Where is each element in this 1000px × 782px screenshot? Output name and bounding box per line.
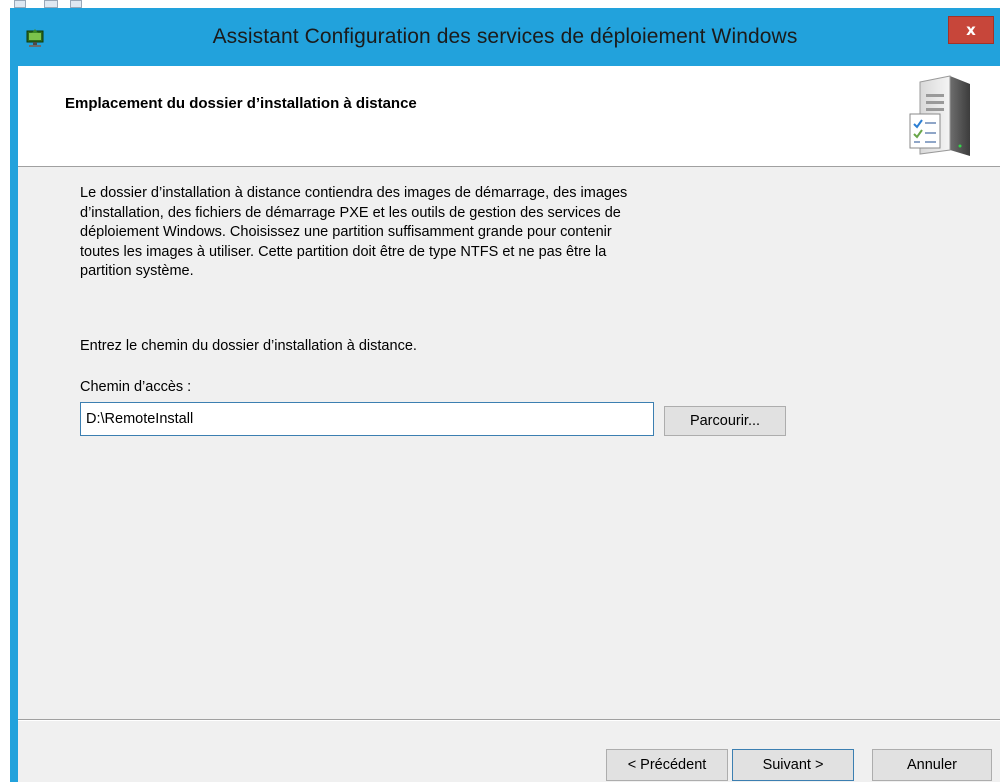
browse-button[interactable]: Parcourir... xyxy=(664,406,786,436)
description-text: Le dossier d’installation à distance con… xyxy=(80,185,628,280)
server-checklist-icon xyxy=(906,74,978,160)
page-title: Emplacement du dossier d’installation à … xyxy=(65,95,417,112)
taskbar-glyph xyxy=(44,0,58,8)
cancel-button[interactable]: Annuler xyxy=(872,749,992,781)
path-prompt: Entrez le chemin du dossier d’installati… xyxy=(80,338,417,354)
title-bar[interactable]: Assistant Configuration des services de … xyxy=(10,8,1000,66)
taskbar-glyph xyxy=(14,0,26,8)
footer-separator-highlight xyxy=(18,720,1000,721)
wizard-client-area: Emplacement du dossier d’installation à … xyxy=(18,66,1000,782)
taskbar-glyph xyxy=(70,0,82,8)
close-button[interactable]: x xyxy=(948,16,994,44)
previous-button[interactable]: < Précédent xyxy=(606,749,728,781)
window-title: Assistant Configuration des services de … xyxy=(212,25,798,48)
wizard-header: Emplacement du dossier d’installation à … xyxy=(18,66,1000,167)
remote-install-path-input[interactable] xyxy=(80,402,654,436)
close-icon: x xyxy=(966,21,976,39)
next-button[interactable]: Suivant > xyxy=(732,749,854,781)
path-label: Chemin d’accès : xyxy=(80,379,192,395)
wizard-window: Assistant Configuration des services de … xyxy=(10,8,1000,782)
background-taskbar-strip xyxy=(0,0,1000,8)
